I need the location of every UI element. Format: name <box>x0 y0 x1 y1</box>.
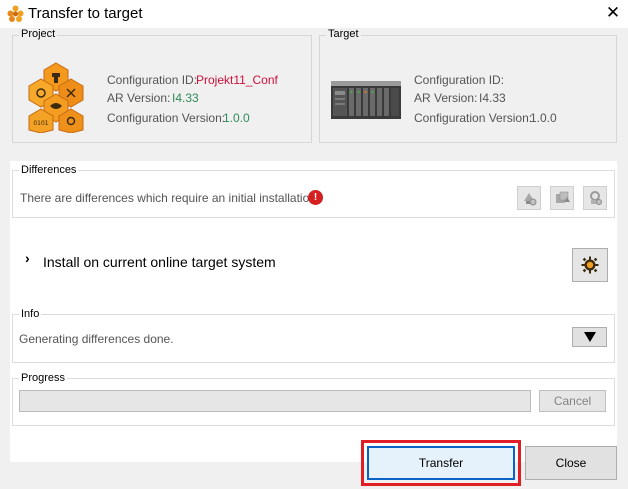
install-settings-button[interactable] <box>572 248 608 282</box>
project-config-id-label: Configuration ID: <box>107 73 198 87</box>
warning-icon: ! <box>308 190 323 205</box>
differences-group-label: Differences <box>19 164 79 176</box>
info-message: Generating differences done. <box>19 332 174 346</box>
difference-hardware-button[interactable] <box>517 186 541 210</box>
info-expand-button[interactable] <box>572 327 607 347</box>
window-title: Transfer to target <box>28 5 143 22</box>
triangle-down-icon <box>584 332 596 342</box>
project-group-label: Project <box>19 28 58 40</box>
target-config-version-value: 1.0.0 <box>530 111 557 125</box>
cancel-button[interactable]: Cancel <box>539 390 606 412</box>
target-config-version-label: Configuration Version: <box>414 111 533 125</box>
target-ar-version-label: AR Version: <box>414 91 478 105</box>
info-group-label: Info <box>19 308 42 320</box>
differences-group: Differences There are differences which … <box>12 164 615 218</box>
project-hexagon-icon: 0101 <box>28 62 84 133</box>
target-group-label: Target <box>326 28 361 40</box>
software-warning-icon <box>556 191 570 203</box>
svg-text:0101: 0101 <box>33 120 48 127</box>
difference-software-button[interactable] <box>550 186 574 210</box>
progress-group-label: Progress <box>19 372 68 384</box>
project-ar-version-value: I4.33 <box>172 91 199 105</box>
transfer-button[interactable]: Transfer <box>367 446 515 480</box>
install-expand-chevron-icon[interactable]: › <box>25 250 30 266</box>
gear-icon <box>581 256 599 274</box>
title-bar: Transfer to target ✕ <box>0 0 628 28</box>
target-ar-version-value: I4.33 <box>479 91 506 105</box>
progress-group: Progress Cancel <box>12 372 615 426</box>
project-config-version-value: 1.0.0 <box>223 111 250 125</box>
plc-hardware-icon <box>331 81 401 119</box>
dialog-body: Project 0101 Configuration ID: Projekt11… <box>0 28 628 489</box>
hardware-warning-icon <box>524 193 537 206</box>
app-logo-icon <box>7 5 24 22</box>
differences-message: There are differences which require an i… <box>20 191 320 205</box>
config-warning-icon <box>590 191 602 205</box>
difference-config-button[interactable] <box>583 186 607 210</box>
project-config-version-label: Configuration Version: <box>107 111 226 125</box>
project-ar-version-label: AR Version: <box>107 91 171 105</box>
info-group: Info Generating differences done. <box>12 308 615 363</box>
install-target-label[interactable]: Install on current online target system <box>43 254 276 270</box>
target-group: Target Configuration ID: AR Version: I4.… <box>319 28 617 143</box>
details-panel: Differences There are differences which … <box>10 161 617 462</box>
target-config-id-label: Configuration ID: <box>414 73 505 87</box>
project-group: Project 0101 Configuration ID: Projekt11… <box>12 28 312 143</box>
close-button[interactable]: Close <box>525 446 617 480</box>
progress-bar <box>19 390 531 412</box>
project-config-id-value: Projekt11_Config <box>196 73 278 87</box>
close-window-icon[interactable]: ✕ <box>600 2 626 24</box>
